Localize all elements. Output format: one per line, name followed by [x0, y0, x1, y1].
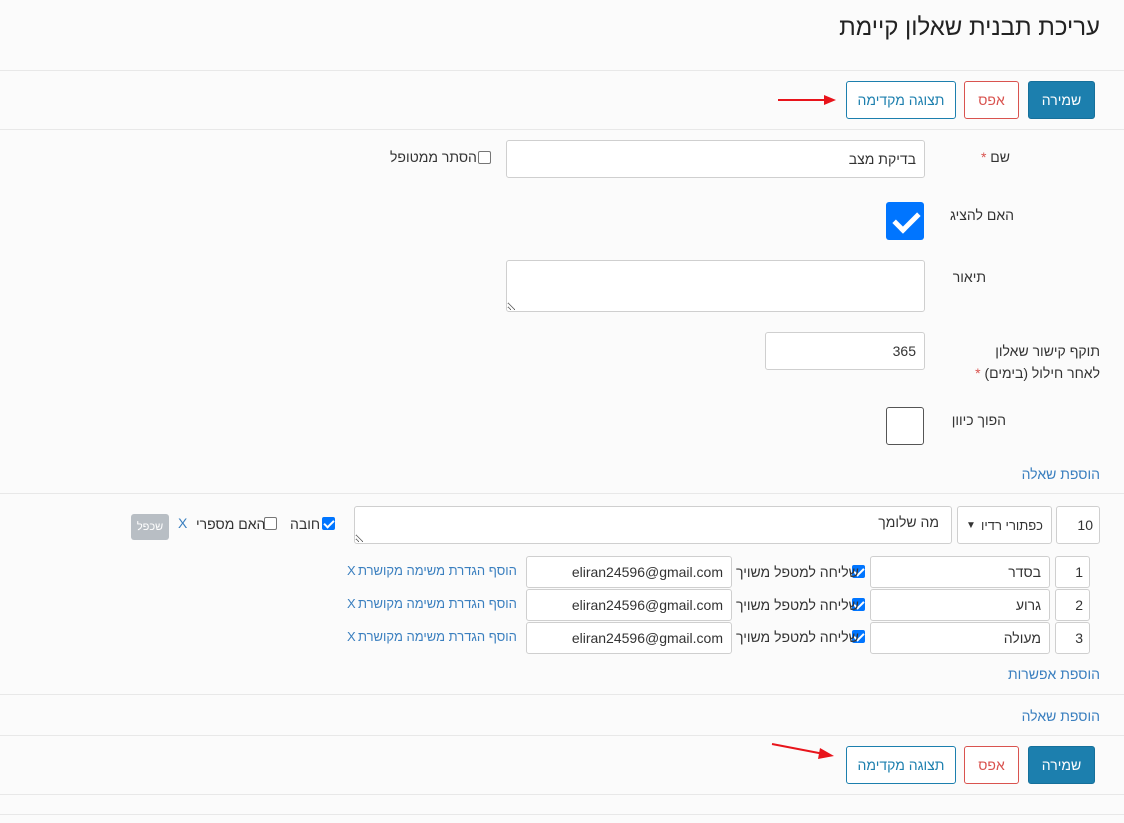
add-linked-task-link[interactable]: הוסף הגדרת משימה מקושרת	[358, 629, 517, 644]
duplicate-button[interactable]: שכפל	[131, 514, 169, 540]
add-linked-task-link[interactable]: הוסף הגדרת משימה מקושרת	[358, 563, 517, 578]
add-option-link[interactable]: הוספת אפשרות	[1008, 666, 1100, 682]
annotation-arrow-icon	[771, 743, 834, 759]
hide-from-patient-label: הסתר ממטופל	[390, 149, 477, 165]
question-text-textarea[interactable]: מה שלומך	[354, 506, 952, 544]
option-text-input[interactable]	[870, 589, 1050, 621]
divider	[0, 70, 1124, 71]
save-button[interactable]: שמירה	[1028, 81, 1095, 119]
required-label: חובה	[290, 516, 321, 532]
hide-from-patient-checkbox[interactable]	[478, 151, 491, 164]
add-linked-task-link[interactable]: הוסף הגדרת משימה מקושרת	[358, 596, 517, 611]
annotation-arrow-icon	[778, 95, 836, 105]
show-label: האם להציג	[950, 207, 1014, 223]
send-to-therapist-label: שליחה למטפל משויך	[736, 629, 859, 645]
option-text-input[interactable]	[870, 622, 1050, 654]
numeric-label: האם מספרי	[196, 516, 266, 532]
option-text-input[interactable]	[870, 556, 1050, 588]
option-number-input[interactable]	[1055, 556, 1090, 588]
remove-option-link[interactable]: X	[347, 596, 356, 611]
option-number-input[interactable]	[1055, 589, 1090, 621]
add-question-link-bottom[interactable]: הוספת שאלה	[1022, 708, 1100, 724]
validity-days-input[interactable]	[765, 332, 925, 370]
description-textarea[interactable]	[506, 260, 925, 312]
divider	[0, 814, 1124, 815]
reset-button-bottom[interactable]: אפס	[964, 746, 1019, 784]
divider	[0, 493, 1124, 494]
send-to-therapist-label: שליחה למטפל משויך	[736, 564, 859, 580]
divider	[0, 694, 1124, 695]
save-button-bottom[interactable]: שמירה	[1028, 746, 1095, 784]
reverse-direction-checkbox[interactable]	[886, 407, 924, 445]
question-type-select[interactable]: כפתורי רדיו ▼	[957, 506, 1052, 544]
description-label: תיאור	[952, 269, 986, 285]
add-question-link[interactable]: הוספת שאלה	[1022, 466, 1100, 482]
reverse-direction-label: הפוך כיוון	[951, 412, 1006, 428]
remove-question-link[interactable]: X	[178, 515, 187, 531]
remove-option-link[interactable]: X	[347, 629, 356, 644]
send-to-therapist-label: שליחה למטפל משויך	[736, 597, 859, 613]
divider	[0, 735, 1124, 736]
remove-option-link[interactable]: X	[347, 563, 356, 578]
show-checkbox[interactable]	[886, 202, 924, 240]
preview-button[interactable]: תצוגה מקדימה	[846, 81, 956, 119]
preview-button-bottom[interactable]: תצוגה מקדימה	[846, 746, 956, 784]
option-number-input[interactable]	[1055, 622, 1090, 654]
reset-button[interactable]: אפס	[964, 81, 1019, 119]
option-email-input[interactable]	[526, 556, 732, 588]
question-order-input[interactable]	[1056, 506, 1100, 544]
name-input[interactable]	[506, 140, 925, 178]
validity-label: תוקף קישור שאלון לאחר חילול (בימים) *	[975, 343, 1100, 381]
divider	[0, 129, 1124, 130]
option-email-input[interactable]	[526, 622, 732, 654]
question-type-value: כפתורי רדיו	[981, 517, 1043, 533]
page-title: עריכת תבנית שאלון קיימת	[839, 14, 1100, 41]
required-checkbox[interactable]	[322, 517, 335, 530]
option-email-input[interactable]	[526, 589, 732, 621]
name-label: שם *	[980, 149, 1010, 165]
numeric-checkbox[interactable]	[264, 517, 277, 530]
chevron-down-icon: ▼	[966, 519, 976, 531]
divider	[0, 794, 1124, 795]
